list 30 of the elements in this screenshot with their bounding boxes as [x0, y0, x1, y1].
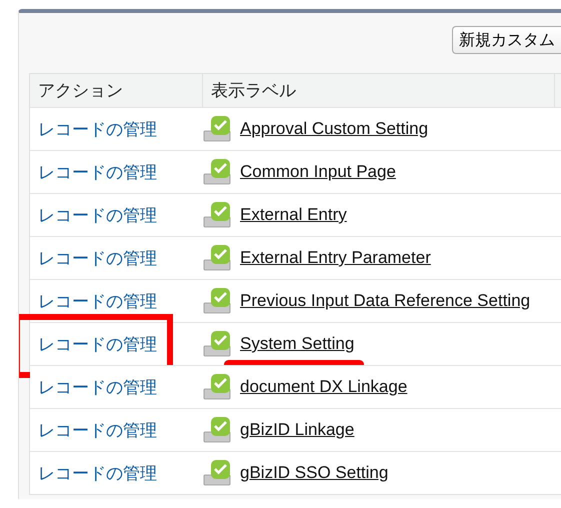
setting-label-link[interactable]: gBizID Linkage [240, 420, 354, 440]
checkmark-tray-icon [203, 372, 233, 402]
setting-label-link[interactable]: document DX Linkage [240, 377, 408, 397]
checkmark-tray-icon [203, 329, 233, 359]
column-header: アクション [37, 80, 123, 102]
manage-records-link[interactable]: レコードの管理 [38, 290, 157, 312]
setting-label-link[interactable]: System Setting [240, 334, 354, 354]
manage-records-link[interactable]: レコードの管理 [38, 376, 157, 398]
setting-label-link[interactable]: External Entry Parameter [240, 248, 431, 268]
setting-label-link[interactable]: gBizID SSO Setting [240, 463, 388, 483]
manage-records-link[interactable]: レコードの管理 [38, 332, 157, 356]
checkmark-tray-icon [203, 415, 233, 445]
setting-label-link[interactable]: Common Input Page [240, 162, 396, 182]
checkmark-tray-icon [203, 458, 233, 488]
checkmark-tray-icon [203, 157, 233, 187]
column-header: 表示ラベル [210, 80, 296, 102]
manage-records-link[interactable]: レコードの管理 [38, 462, 157, 484]
checkmark-tray-icon [203, 114, 233, 144]
new-custom-button[interactable]: 新規カスタム [452, 26, 561, 54]
checkmark-tray-icon [203, 243, 233, 273]
checkmark-tray-icon [203, 286, 233, 316]
manage-records-link[interactable]: レコードの管理 [38, 118, 157, 140]
setting-label-link[interactable]: Approval Custom Setting [240, 119, 428, 139]
checkmark-tray-icon [203, 200, 233, 230]
setting-label-link[interactable]: External Entry [240, 205, 347, 225]
manage-records-link[interactable]: レコードの管理 [38, 418, 157, 442]
setting-label-link[interactable]: Previous Input Data Reference Setting [240, 291, 530, 311]
manage-records-link[interactable]: レコードの管理 [38, 204, 157, 226]
manage-records-link[interactable]: レコードの管理 [38, 160, 157, 184]
manage-records-link[interactable]: レコードの管理 [38, 246, 157, 270]
